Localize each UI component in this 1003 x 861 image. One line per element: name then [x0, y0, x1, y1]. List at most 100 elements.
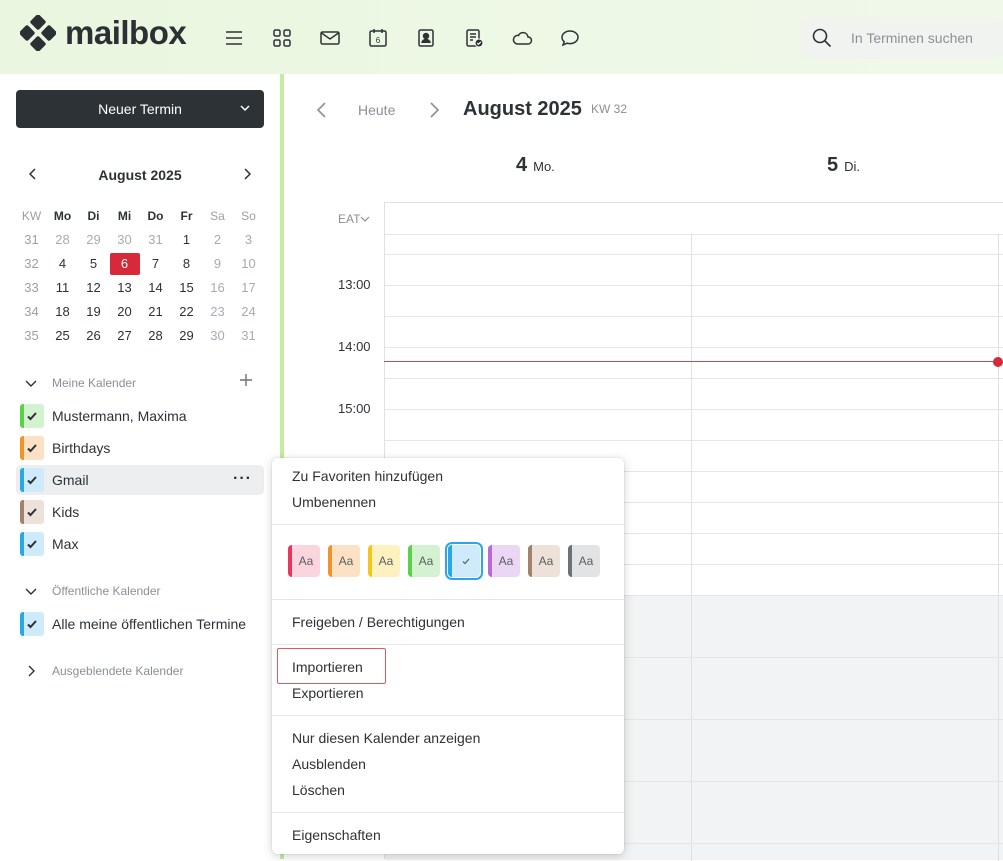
- timezone-selector[interactable]: EAT: [338, 212, 370, 226]
- mini-day[interactable]: 14: [140, 276, 171, 300]
- mini-day[interactable]: 31: [233, 324, 264, 348]
- prev-week-icon[interactable]: [314, 101, 330, 119]
- calendar-checkbox[interactable]: [20, 500, 44, 524]
- mini-day[interactable]: 19: [78, 300, 109, 324]
- mini-day[interactable]: 30: [202, 324, 233, 348]
- calendar-item[interactable]: Alle meine öffentlichen Termine: [16, 609, 264, 639]
- color-swatch-pink[interactable]: Aa: [288, 545, 320, 577]
- mini-day[interactable]: 25: [47, 324, 78, 348]
- color-swatch-purple[interactable]: Aa: [488, 545, 520, 577]
- calendar-checkbox[interactable]: [20, 436, 44, 460]
- new-event-button[interactable]: Neuer Termin: [16, 90, 264, 128]
- mini-day[interactable]: 7: [140, 252, 171, 276]
- mini-week-number[interactable]: 34: [16, 300, 47, 324]
- mini-day[interactable]: 8: [171, 252, 202, 276]
- chevron-down-icon[interactable]: [238, 101, 252, 115]
- color-swatch-blue-selected[interactable]: [445, 542, 483, 580]
- menu-icon[interactable]: [222, 26, 246, 50]
- mini-week-number[interactable]: 35: [16, 324, 47, 348]
- cloud-icon[interactable]: [510, 26, 534, 50]
- mini-day[interactable]: 12: [78, 276, 109, 300]
- tasks-icon[interactable]: [462, 26, 486, 50]
- mini-day[interactable]: 30: [109, 228, 140, 252]
- color-swatch-gray[interactable]: Aa: [568, 545, 600, 577]
- mini-next-month-icon[interactable]: [240, 167, 254, 181]
- mini-day[interactable]: 28: [140, 324, 171, 348]
- mini-day[interactable]: 3: [233, 228, 264, 252]
- menu-item-properties[interactable]: Eigenschaften: [292, 827, 381, 843]
- chevron-down-icon[interactable]: [24, 584, 40, 598]
- swatch-bar: [368, 545, 372, 577]
- mini-day[interactable]: 31: [140, 228, 171, 252]
- menu-item-delete[interactable]: Löschen: [292, 782, 345, 798]
- color-swatch-yellow[interactable]: Aa: [368, 545, 400, 577]
- mini-day[interactable]: 16: [202, 276, 233, 300]
- calendar-item[interactable]: Mustermann, Maxima: [16, 401, 264, 431]
- mini-week-number[interactable]: 33: [16, 276, 47, 300]
- mini-day[interactable]: 20: [109, 300, 140, 324]
- contacts-icon[interactable]: [414, 26, 438, 50]
- svg-text:6: 6: [376, 36, 381, 45]
- menu-item-hide[interactable]: Ausblenden: [292, 756, 366, 772]
- public-calendars-section[interactable]: Öffentliche Kalender: [24, 584, 264, 598]
- calendar-checkbox[interactable]: [20, 612, 44, 636]
- mini-day[interactable]: 18: [47, 300, 78, 324]
- calendar-item-selected[interactable]: Gmail ···: [16, 465, 264, 495]
- calendar-item[interactable]: Max: [16, 529, 264, 559]
- mini-day[interactable]: 21: [140, 300, 171, 324]
- menu-item-rename[interactable]: Umbenennen: [292, 494, 376, 510]
- color-swatch-brown[interactable]: Aa: [528, 545, 560, 577]
- mini-day[interactable]: 29: [78, 228, 109, 252]
- calendar-checkbox[interactable]: [20, 468, 44, 492]
- day-header[interactable]: 5 Di.: [827, 154, 860, 177]
- calendar-icon[interactable]: 6: [366, 26, 390, 50]
- mini-day[interactable]: 24: [233, 300, 264, 324]
- mini-day[interactable]: 11: [47, 276, 78, 300]
- mini-day[interactable]: 13: [109, 276, 140, 300]
- calendar-checkbox[interactable]: [20, 532, 44, 556]
- chat-icon[interactable]: [558, 26, 582, 50]
- chevron-right-icon[interactable]: [24, 664, 40, 678]
- color-swatch-green[interactable]: Aa: [408, 545, 440, 577]
- mini-day[interactable]: 22: [171, 300, 202, 324]
- color-swatch-orange[interactable]: Aa: [328, 545, 360, 577]
- mini-day[interactable]: 23: [202, 300, 233, 324]
- mini-day[interactable]: 9: [202, 252, 233, 276]
- today-button[interactable]: Heute: [358, 102, 395, 118]
- add-calendar-icon[interactable]: [239, 373, 253, 390]
- calendar-item[interactable]: Kids: [16, 497, 264, 527]
- mini-day[interactable]: 5: [78, 252, 109, 276]
- mini-day[interactable]: 27: [109, 324, 140, 348]
- mini-day-today[interactable]: 6: [109, 252, 140, 276]
- mini-day[interactable]: 2: [202, 228, 233, 252]
- day-column-divider: [998, 234, 999, 861]
- mini-week-number[interactable]: 32: [16, 252, 47, 276]
- mini-day[interactable]: 15: [171, 276, 202, 300]
- mini-day[interactable]: 17: [233, 276, 264, 300]
- mini-day[interactable]: 29: [171, 324, 202, 348]
- menu-item-share[interactable]: Freigeben / Berechtigungen: [292, 614, 465, 630]
- menu-item-import[interactable]: Importieren: [292, 659, 363, 675]
- menu-item-add-favorites[interactable]: Zu Favoriten hinzufügen: [292, 468, 443, 484]
- menu-item-only-this[interactable]: Nur diesen Kalender anzeigen: [292, 730, 480, 746]
- more-options-icon[interactable]: ···: [233, 470, 252, 488]
- mini-col-header: KW: [21, 209, 42, 223]
- mailbox-logo[interactable]: mailbox: [19, 14, 187, 52]
- mini-day[interactable]: 10: [233, 252, 264, 276]
- apps-grid-icon[interactable]: [270, 26, 294, 50]
- hidden-calendars-section[interactable]: Ausgeblendete Kalender: [24, 664, 264, 678]
- mini-week-number[interactable]: 31: [16, 228, 47, 252]
- menu-item-export[interactable]: Exportieren: [292, 685, 364, 701]
- day-header[interactable]: 4 Mo.: [516, 154, 555, 177]
- chevron-down-icon[interactable]: [24, 376, 40, 390]
- my-calendars-section[interactable]: Meine Kalender: [24, 373, 264, 390]
- mini-day[interactable]: 1: [171, 228, 202, 252]
- mini-day[interactable]: 4: [47, 252, 78, 276]
- mini-day[interactable]: 28: [47, 228, 78, 252]
- calendar-checkbox[interactable]: [20, 404, 44, 428]
- next-week-icon[interactable]: [426, 101, 442, 119]
- calendar-item[interactable]: Birthdays: [16, 433, 264, 463]
- mail-icon[interactable]: [318, 26, 342, 50]
- mini-day[interactable]: 26: [78, 324, 109, 348]
- search-input[interactable]: In Terminen suchen: [801, 17, 1003, 59]
